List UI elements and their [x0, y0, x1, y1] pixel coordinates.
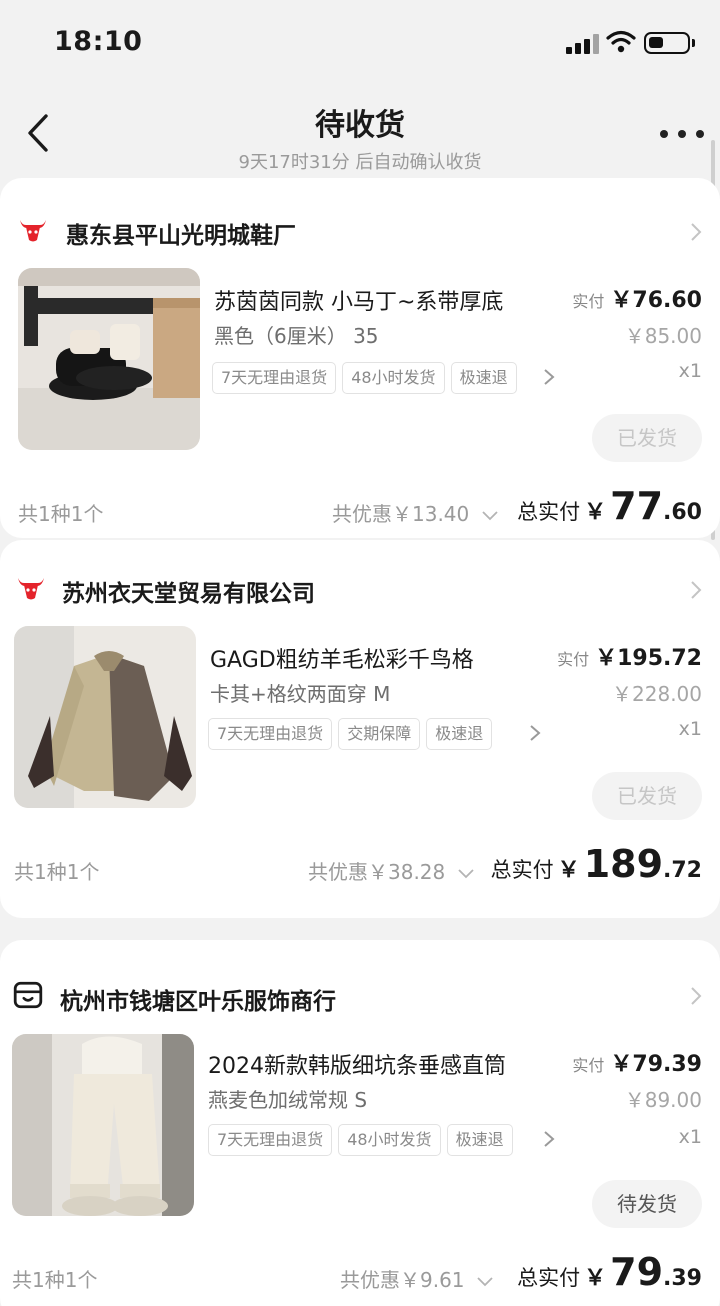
total-label: 总实付	[517, 1266, 581, 1290]
shipping-status-button[interactable]: 已发货	[592, 414, 702, 462]
pants-image	[12, 1034, 194, 1216]
service-tags: 7天无理由退货 48小时发货 极速退	[212, 362, 548, 396]
chevron-right-icon[interactable]	[690, 222, 702, 242]
store-icon	[13, 981, 43, 1009]
shop-name[interactable]: 杭州市钱塘区叶乐服饰商行	[60, 982, 336, 1016]
product-spec: 燕麦色加绒常规 S	[208, 1088, 368, 1112]
total-label: 总实付	[490, 858, 554, 882]
total-currency: ￥	[557, 858, 580, 883]
service-tag: 7天无理由退货	[208, 1124, 333, 1156]
jacket-image	[14, 626, 196, 808]
total-decimal: .39	[663, 1266, 702, 1291]
product-thumbnail[interactable]	[14, 626, 196, 808]
order-total: 总实付 ￥ 77.60	[517, 484, 702, 528]
price-value: ￥79.39	[610, 1052, 702, 1077]
shoes-image	[18, 268, 200, 450]
order-total: 总实付 ￥ 189.72	[491, 842, 702, 886]
chevron-down-icon	[457, 868, 474, 878]
item-count: 共1种1个	[14, 860, 100, 884]
total-decimal: .72	[663, 858, 702, 883]
product-thumbnail[interactable]	[12, 1034, 194, 1216]
shipping-status-button[interactable]: 已发货	[592, 772, 702, 820]
service-tags: 7天无理由退货 48小时发货 极速退	[208, 1124, 548, 1158]
discount-summary[interactable]: 共优惠￥9.61	[340, 1264, 493, 1293]
product-title[interactable]: GAGD粗纺羊毛松彩千鸟格	[210, 642, 474, 674]
product-spec: 卡其+格纹两面穿 M	[210, 682, 391, 706]
service-tags: 7天无理由退货 交期保障 极速退	[208, 718, 536, 752]
product-title[interactable]: 2024新款韩版细坑条垂感直筒	[208, 1048, 506, 1080]
total-integer: 189	[583, 842, 664, 886]
chevron-down-icon	[477, 1276, 493, 1286]
quantity: x1	[678, 360, 702, 382]
status-time: 18:10	[54, 26, 143, 57]
product-title[interactable]: 苏茵茵同款 小马丁~系带厚底	[214, 284, 503, 316]
bull-head-icon	[20, 220, 46, 242]
total-label: 总实付	[517, 500, 581, 524]
order-total: 总实付 ￥ 79.39	[517, 1250, 702, 1294]
total-integer: 77	[610, 484, 664, 528]
service-tag: 7天无理由退货	[208, 718, 333, 750]
discount-text: 共优惠￥9.61	[340, 1268, 465, 1292]
price-value: ￥195.72	[595, 646, 702, 671]
paid-price: 实付 ￥76.60	[572, 282, 702, 314]
paid-price: 实付 ￥195.72	[557, 640, 702, 672]
discount-text: 共优惠￥38.28	[308, 860, 446, 884]
chevron-right-icon[interactable]	[542, 368, 556, 386]
shop-name[interactable]: 惠东县平山光明城鞋厂	[66, 216, 296, 250]
original-price: ￥85.00	[624, 324, 702, 348]
service-tag: 极速退	[446, 1124, 513, 1156]
shipping-status-button[interactable]: 待发货	[592, 1180, 702, 1228]
status-bar: 18:10	[0, 0, 720, 88]
item-count: 共1种1个	[18, 502, 104, 526]
price-label: 实付	[557, 650, 590, 669]
price-label: 实付	[572, 292, 605, 311]
shop-header[interactable]: 杭州市钱塘区叶乐服饰商行	[0, 940, 720, 1026]
service-tag: 极速退	[426, 718, 493, 750]
discount-summary[interactable]: 共优惠￥13.40	[332, 498, 498, 527]
shop-header[interactable]: 苏州衣天堂贸易有限公司	[0, 540, 720, 626]
price-label: 实付	[572, 1056, 605, 1075]
service-tag: 交期保障	[338, 718, 421, 750]
cellular-signal-icon	[566, 34, 600, 54]
chevron-right-icon[interactable]	[690, 580, 702, 600]
service-tag: 极速退	[450, 362, 517, 394]
battery-icon	[644, 32, 695, 54]
total-integer: 79	[610, 1250, 664, 1294]
paid-price: 实付 ￥79.39	[572, 1046, 702, 1078]
original-price: ￥89.00	[624, 1088, 702, 1112]
service-tag: 7天无理由退货	[212, 362, 337, 394]
more-options-icon[interactable]	[660, 130, 704, 138]
order-card[interactable]: 惠东县平山光明城鞋厂 苏茵茵同款 小马丁~系带厚底 黑色（6厘米） 35 7天无…	[0, 178, 720, 538]
discount-text: 共优惠￥13.40	[332, 502, 470, 526]
order-card[interactable]: 杭州市钱塘区叶乐服饰商行 2024新款韩版细坑条垂感直筒 燕麦色加绒常规 S 7…	[0, 940, 720, 1306]
product-spec: 黑色（6厘米） 35	[214, 324, 379, 348]
quantity: x1	[678, 718, 702, 740]
chevron-right-icon[interactable]	[528, 724, 542, 742]
discount-summary[interactable]: 共优惠￥38.28	[308, 856, 474, 885]
shop-name[interactable]: 苏州衣天堂贸易有限公司	[62, 574, 315, 608]
total-decimal: .60	[663, 500, 702, 525]
service-tag: 48小时发货	[342, 362, 445, 394]
wifi-icon	[606, 30, 636, 53]
total-currency: ￥	[584, 500, 607, 525]
chevron-right-icon[interactable]	[690, 986, 702, 1006]
price-value: ￥76.60	[610, 288, 702, 313]
auto-confirm-countdown: 9天17时31分 后自动确认收货	[238, 152, 482, 173]
original-price: ￥228.00	[612, 682, 702, 706]
quantity: x1	[678, 1126, 702, 1148]
total-currency: ￥	[584, 1266, 607, 1291]
chevron-right-icon[interactable]	[542, 1130, 556, 1148]
service-tag: 48小时发货	[338, 1124, 441, 1156]
product-thumbnail[interactable]	[18, 268, 200, 450]
bull-head-icon	[18, 578, 44, 600]
item-count: 共1种1个	[12, 1268, 98, 1292]
shop-header[interactable]: 惠东县平山光明城鞋厂	[0, 178, 720, 264]
page-title: 待收货	[315, 108, 405, 143]
order-card[interactable]: 苏州衣天堂贸易有限公司 GAGD粗纺羊毛松彩千鸟格 卡其+格纹两面穿 M 7天无…	[0, 540, 720, 918]
chevron-down-icon	[481, 510, 498, 520]
nav-bar: 待收货 9天17时31分 后自动确认收货	[0, 88, 720, 176]
